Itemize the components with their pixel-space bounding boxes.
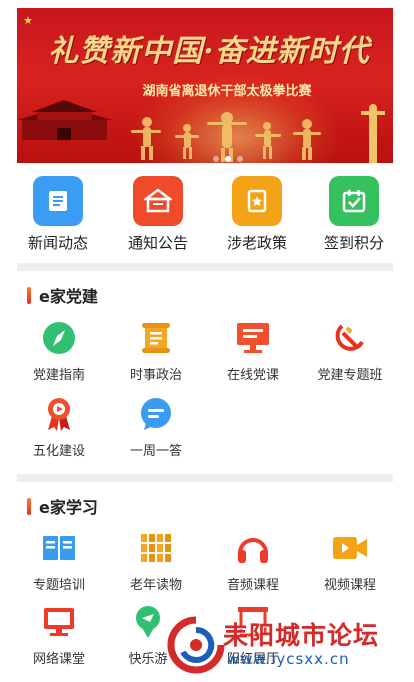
section-divider [17, 474, 393, 482]
medal-icon [39, 396, 79, 432]
banner-subtitle: 湖南省离退休干部太极拳比赛 [142, 84, 312, 99]
party-item-online-course[interactable]: 在线党课 [205, 320, 301, 383]
carousel-dot[interactable] [237, 156, 243, 162]
scroll-icon [136, 320, 176, 356]
star-icon: ★ [23, 14, 33, 27]
carousel-dots[interactable] [213, 156, 243, 162]
study-item-label: 网络课堂 [32, 652, 85, 667]
study-item-label: 视频课程 [323, 578, 376, 593]
quick-nav: 新闻动态 通知公告 涉老政策 签到积分 [17, 163, 393, 263]
section-title-bar [27, 286, 31, 304]
quick-nav-policy[interactable]: 涉老政策 [217, 176, 297, 253]
quick-nav-label: 签到积分 [323, 234, 384, 252]
study-item-label: 音频课程 [226, 578, 279, 593]
party-item-guide[interactable]: 党建指南 [11, 320, 107, 383]
study-item-online-class[interactable]: 网络课堂 [11, 604, 107, 667]
carousel-dot[interactable] [213, 156, 219, 162]
news-icon [33, 176, 83, 226]
section-title-party: e家党建 [27, 283, 98, 307]
chat-bubble-icon [136, 396, 176, 432]
bookshelf-icon [136, 530, 176, 566]
book-icon [39, 530, 79, 566]
notice-icon [133, 176, 183, 226]
section-divider [17, 263, 393, 271]
quick-nav-label: 通知公告 [127, 234, 188, 252]
section-title-text: e家党建 [39, 287, 98, 306]
section-title-text: e家学习 [39, 498, 98, 517]
tiananmen-icon [17, 100, 112, 140]
travel-icon [128, 604, 168, 640]
headphones-icon [233, 530, 273, 566]
carousel-dot-active[interactable] [225, 156, 231, 162]
hammer-sickle-icon [330, 320, 370, 356]
forum-watermark: 耒阳城市论坛 www.lycsxx.cn [165, 610, 410, 680]
study-item-video[interactable]: 视频课程 [302, 530, 398, 593]
quick-nav-label: 新闻动态 [27, 234, 88, 252]
monitor-icon [233, 320, 273, 356]
party-item-label: 党建指南 [32, 368, 85, 383]
forum-watermark-url: www.lycsxx.cn [227, 650, 350, 668]
study-item-label: 专题培训 [32, 578, 85, 593]
party-item-five-construction[interactable]: 五化建设 [11, 396, 107, 459]
quick-nav-notice[interactable]: 通知公告 [118, 176, 198, 253]
party-item-weekly-qa[interactable]: 一周一答 [108, 396, 204, 459]
computer-icon [39, 604, 79, 640]
forum-watermark-title: 耒阳城市论坛 [223, 621, 380, 650]
quick-nav-news[interactable]: 新闻动态 [18, 176, 98, 253]
study-item-training[interactable]: 专题培训 [11, 530, 107, 593]
policy-icon [232, 176, 282, 226]
study-item-label: 老年读物 [129, 578, 182, 593]
party-item-label: 时事政治 [129, 368, 182, 383]
quick-nav-checkin[interactable]: 签到积分 [314, 176, 394, 253]
party-item-label: 在线党课 [226, 368, 279, 383]
party-item-label: 党建专题班 [317, 368, 383, 383]
compass-icon [39, 320, 79, 356]
banner-headline: 礼赞新中国·奋进新时代 [48, 34, 370, 69]
party-item-label: 一周一答 [129, 444, 182, 459]
taichi-figures-icon [131, 112, 321, 162]
section-title-study: e家学习 [27, 494, 98, 518]
quick-nav-label: 涉老政策 [226, 234, 287, 252]
study-item-reading[interactable]: 老年读物 [108, 530, 204, 593]
party-item-politics[interactable]: 时事政治 [108, 320, 204, 383]
forum-logo-icon [167, 616, 225, 674]
section-title-bar [27, 497, 31, 515]
study-item-audio[interactable]: 音频课程 [205, 530, 301, 593]
checkin-icon [329, 176, 379, 226]
huabiao-pillar-icon [361, 104, 385, 163]
video-camera-icon [330, 530, 370, 566]
promo-banner[interactable]: ★ 礼赞新中国·奋进新时代 湖南省离退休干部太极拳比赛 [17, 8, 393, 163]
party-item-label: 五化建设 [32, 444, 85, 459]
party-item-special-class[interactable]: 党建专题班 [302, 320, 398, 383]
